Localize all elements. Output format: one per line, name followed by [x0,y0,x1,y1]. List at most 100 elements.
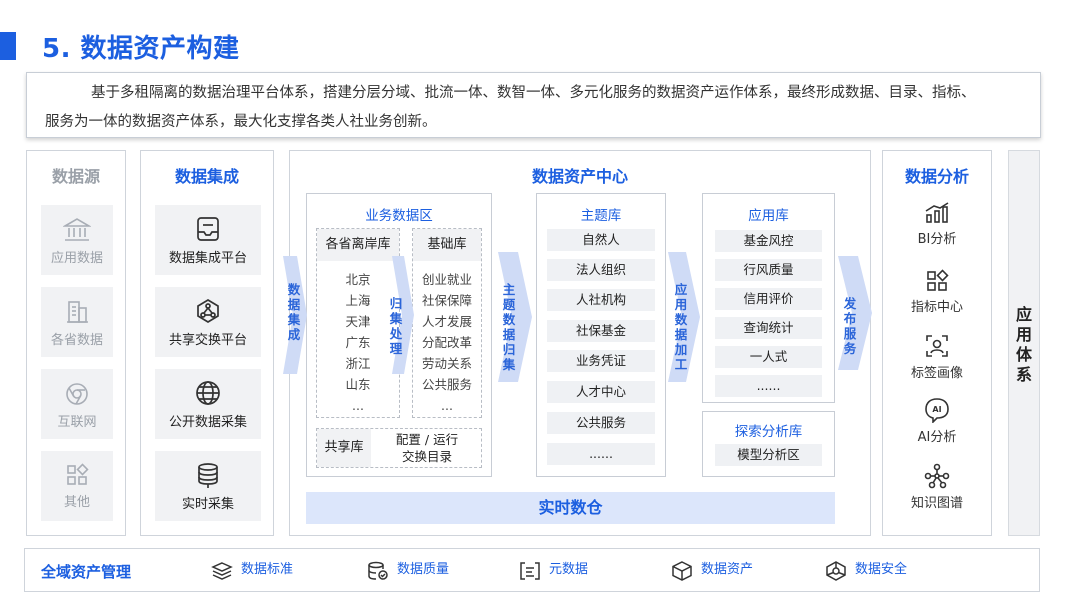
analysis-knowledge-graph[interactable]: 知识图谱 [883,463,991,511]
topic-item[interactable]: 自然人 [547,229,655,251]
user-scan-icon [926,335,948,357]
province-item: 浙江 [345,356,371,371]
province-item: 北京 [345,272,371,287]
analysis-label: BI分析 [917,232,957,247]
exchange-catalog-line: 交换目录 [401,449,452,464]
explore-lib-item[interactable]: 模型分析区 [715,444,822,466]
data-source-panel: 数据源 应用数据 各省数据 互联网 其他 [26,150,126,536]
topic-lib: 主题库 自然人 法人组织 人社机构 社保基金 业务凭证 人才中心 公共服务 ..… [536,193,666,477]
analysis-tags[interactable]: 标签画像 [883,333,991,381]
publish-arrow-label: 发布服务 [843,296,857,356]
analysis-label: 知识图谱 [910,496,963,511]
db-check-icon [368,561,388,580]
topic-item: ...... [547,443,655,465]
ai-icon: AI [925,398,949,423]
base-item: 公共服务 [421,377,472,392]
exchange-platform[interactable]: 共享交换平台 [155,287,261,357]
source-label: 应用数据 [50,251,103,266]
analysis-bi[interactable]: BI分析 [883,201,991,247]
app-lib-item[interactable]: 查询统计 [715,317,822,339]
network-icon [197,299,219,323]
app-lib-item[interactable]: 基金风控 [715,230,822,252]
topic-item[interactable]: 公共服务 [547,412,655,434]
app-lib-item[interactable]: 信用评价 [715,288,822,310]
chrome-icon [66,383,88,405]
analysis-metrics[interactable]: 指标中心 [883,269,991,315]
integrate-arrow-label: 数据集成 [287,282,301,342]
public-data-collection[interactable]: 公开数据采集 [155,369,261,439]
governance-label: 元数据 [549,562,589,577]
graph-icon [924,463,950,489]
realtime-collection[interactable]: 实时采集 [155,451,261,521]
base-lib-head: 基础库 [413,229,481,261]
inbox-icon [197,217,219,241]
security-icon [826,561,846,581]
app-system-column: 应用体系 [1008,150,1040,536]
data-source-title: 数据源 [51,167,100,186]
intro-text-box: 基于多租隔离的数据治理平台体系，搭建分层分域、批流一体、数智一体、多元化服务的数… [26,72,1041,138]
integration-title: 数据集成 [174,167,239,186]
page-title: 5. 数据资产构建 [42,34,240,64]
base-lib: 基础库 创业就业 社保保障 人才发展 分配改革 劳动关系 公共服务 ... [412,228,482,418]
realtime-warehouse[interactable]: 实时数仓 [306,492,835,524]
base-item: 分配改革 [421,335,472,350]
topic-merge-arrow-label: 主题数据归集 [502,282,516,372]
app-lib-title: 应用库 [748,208,789,224]
shared-lib-label: 共享库 [317,429,371,467]
grid-icon [67,463,89,485]
integration-label: 数据集成平台 [168,251,247,266]
source-province-data[interactable]: 各省数据 [41,287,113,357]
svg-text:AI: AI [932,405,941,414]
analysis-label: AI分析 [917,430,957,445]
explore-lib: 探索分析库 模型分析区 [702,411,835,477]
integration-label: 公开数据采集 [168,415,247,430]
province-lib: 各省离岸库 北京 上海 天津 广东 浙江 山东 ... [316,228,400,418]
governance-bar: 全域资产管理 数据标准 数据质量 元数据 数据资产 数据安全 [24,548,1040,592]
grid-diamond-icon [927,269,949,291]
base-item: 劳动关系 [421,356,472,371]
province-item: 上海 [345,293,371,308]
layers-icon [211,562,233,580]
source-other[interactable]: 其他 [41,451,113,521]
explore-lib-title: 探索分析库 [734,424,803,440]
topic-lib-title: 主题库 [580,208,622,224]
intro-line-1: 基于多租隔离的数据治理平台体系，搭建分层分域、批流一体、数智一体、多元化服务的数… [91,85,976,101]
exchange-catalog-line: 配置 / 运行 [395,432,459,447]
topic-item[interactable]: 业务凭证 [547,350,655,372]
asset-center-title: 数据资产中心 [531,167,628,186]
building-icon [67,301,88,323]
app-system-label: 应用体系 [1015,305,1032,384]
source-label: 各省数据 [50,333,103,348]
base-item: 人才发展 [421,314,472,329]
governance-label: 数据资产 [701,562,754,577]
province-item: 山东 [345,377,371,392]
intro-line-2: 服务为一体的数据资产体系，最大化支撑各类人社业务创新。 [45,114,437,130]
integration-platform[interactable]: 数据集成平台 [155,205,261,275]
topic-item[interactable]: 人才中心 [547,381,655,403]
governance-label: 数据安全 [855,562,908,577]
analysis-label: 标签画像 [910,366,963,381]
analysis-label: 指标中心 [910,300,963,315]
analysis-ai[interactable]: AI AI分析 [883,397,991,445]
base-item: 社保保障 [421,293,472,308]
province-item: 广东 [345,335,371,350]
province-lib-head: 各省离岸库 [317,229,399,261]
topic-item[interactable]: 人社机构 [547,289,655,311]
title-accent-bar [0,32,16,60]
source-internet[interactable]: 互联网 [41,369,113,439]
province-item: ... [352,398,364,413]
topic-item[interactable]: 社保基金 [547,320,655,342]
cube-icon [672,561,692,581]
app-lib-item[interactable]: 一人式 [715,346,822,368]
source-app-data[interactable]: 应用数据 [41,205,113,275]
database-icon [198,463,218,488]
governance-label: 数据质量 [397,562,450,577]
shared-lib: 共享库 配置 / 运行 交换目录 [316,428,482,468]
business-zone-title: 业务数据区 [365,208,433,224]
topic-item[interactable]: 法人组织 [547,259,655,281]
app-lib-item[interactable]: 行风质量 [715,259,822,281]
bar-chart-icon [925,202,949,223]
app-process-arrow-label: 应用数据加工 [674,282,688,372]
base-item: ... [441,398,453,413]
base-list: 创业就业 社保保障 人才发展 分配改革 劳动关系 公共服务 ... [413,269,481,416]
